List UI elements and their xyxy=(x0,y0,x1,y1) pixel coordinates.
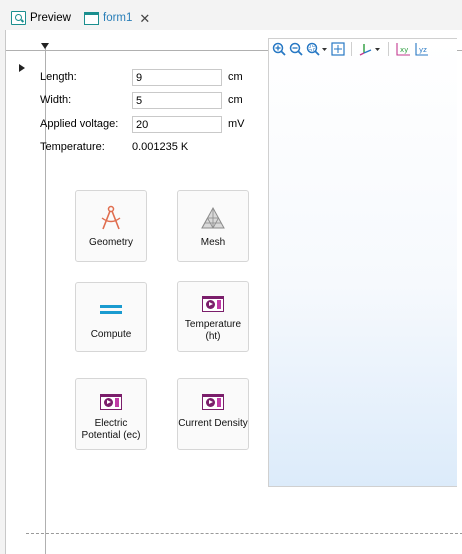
applied-voltage-label: Applied voltage: xyxy=(40,118,119,130)
row-marker-icon[interactable] xyxy=(19,64,25,72)
toolbar-separator xyxy=(351,42,352,56)
zoom-out-icon[interactable] xyxy=(289,41,303,57)
tab-preview[interactable]: Preview xyxy=(11,9,71,27)
current-density-label: Current Density xyxy=(178,418,248,429)
tab-form1[interactable]: form1 ✕ xyxy=(84,9,150,27)
preview-icon xyxy=(11,11,26,25)
form-icon xyxy=(84,11,99,25)
electric-potential-label: Electric Potential (ec) xyxy=(81,418,141,441)
applied-voltage-unit: mV xyxy=(228,118,245,130)
xy-view-label: xy xyxy=(400,46,408,54)
compute-button-label: Compute xyxy=(90,329,132,340)
tab-form1-label: form1 xyxy=(103,12,133,24)
zoom-in-icon[interactable] xyxy=(272,41,286,57)
geometry-button-label: Geometry xyxy=(89,237,133,248)
compute-button[interactable]: Compute xyxy=(75,282,147,352)
temperature-plot-button[interactable]: Temperature (ht) xyxy=(177,281,249,352)
tab-strip: Preview form1 ✕ xyxy=(0,0,462,30)
length-label: Length: xyxy=(40,71,77,83)
yz-view-icon[interactable]: yz xyxy=(414,41,428,57)
applied-voltage-field[interactable] xyxy=(132,116,222,133)
zoom-box-icon[interactable] xyxy=(306,41,328,57)
tab-preview-label: Preview xyxy=(30,12,71,24)
zoom-extents-icon[interactable] xyxy=(331,41,345,57)
axis-orientation-icon[interactable] xyxy=(358,41,382,57)
length-unit: cm xyxy=(228,71,243,83)
close-icon[interactable]: ✕ xyxy=(139,12,150,25)
graphics-window[interactable] xyxy=(268,38,457,487)
temperature-value: 0.001235 K xyxy=(132,141,189,153)
graphics-toolbar: xy yz xyxy=(272,40,428,58)
temperature-label: Temperature: xyxy=(40,141,105,153)
compute-equals-icon xyxy=(100,297,122,323)
xy-view-icon[interactable]: xy xyxy=(395,41,411,57)
current-density-button[interactable]: Current Density xyxy=(177,378,249,450)
plot-group-icon xyxy=(202,294,224,314)
toolbar-separator xyxy=(388,42,389,56)
geometry-button[interactable]: Geometry xyxy=(75,190,147,262)
mesh-button[interactable]: Mesh xyxy=(177,190,249,262)
form-bottom-guide xyxy=(26,533,462,534)
width-unit: cm xyxy=(228,94,243,106)
length-field[interactable] xyxy=(132,69,222,86)
mesh-button-label: Mesh xyxy=(200,237,226,248)
geometry-compass-icon xyxy=(99,205,123,231)
electric-potential-button[interactable]: Electric Potential (ec) xyxy=(75,378,147,450)
plot-group-icon xyxy=(100,392,122,412)
mesh-icon xyxy=(200,205,226,231)
plot-group-icon xyxy=(202,392,224,412)
column-marker-icon[interactable] xyxy=(41,43,49,49)
temperature-plot-label: Temperature (ht) xyxy=(184,319,242,342)
width-field[interactable] xyxy=(132,92,222,109)
width-label: Width: xyxy=(40,94,72,106)
yz-view-label: yz xyxy=(419,46,427,54)
